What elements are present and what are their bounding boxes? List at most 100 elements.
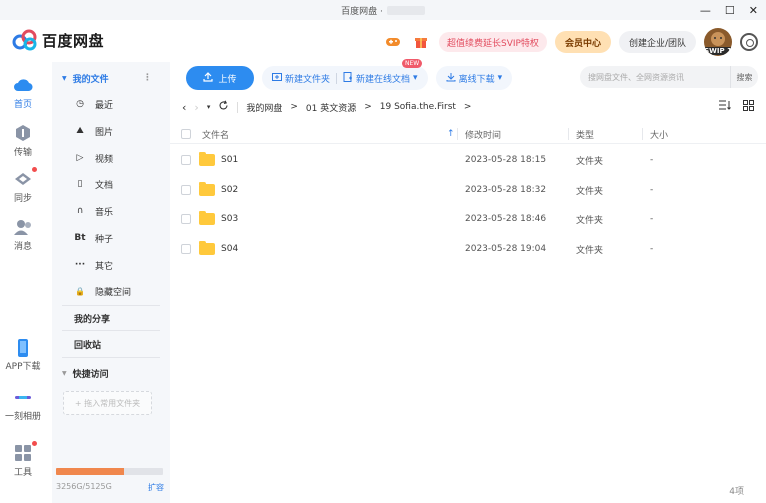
column-divider bbox=[457, 128, 458, 140]
search-box[interactable]: 搜网盘文件、全网资源资讯 搜索 bbox=[580, 66, 758, 88]
sidebar-item-music[interactable]: ∩ 音乐 bbox=[74, 201, 113, 221]
torrent-icon: Bt bbox=[74, 233, 86, 243]
rail-item-home[interactable]: 首页 bbox=[0, 76, 46, 110]
rail-item-transfer[interactable]: 传输 bbox=[0, 124, 46, 158]
refresh-icon[interactable] bbox=[218, 100, 229, 114]
history-dropdown-icon[interactable]: ▾ bbox=[207, 103, 211, 111]
window-title: 百度网盘 · bbox=[341, 6, 383, 17]
new-folder-button[interactable]: 新建文件夹 bbox=[272, 72, 330, 85]
expand-storage-link[interactable]: 扩容 bbox=[148, 482, 164, 493]
column-header-size[interactable]: 大小 bbox=[650, 124, 668, 144]
create-team-button[interactable]: 创建企业/团队 bbox=[618, 31, 696, 53]
app-header: 百度网盘 超值续费延长SVIP特权 会员中心 创建企业/团队 SWIP 1 bbox=[0, 20, 766, 62]
table-row[interactable]: S02 2023-05-28 18:32 文件夹 - bbox=[170, 175, 766, 205]
upload-button[interactable]: 上传 bbox=[186, 66, 254, 90]
collapse-triangle-icon: ▼ bbox=[62, 370, 67, 377]
file-sidebar: ▼ 我的文件 ⋮ ◷ 最近 ⛰ 图片 ▷ 视频 ▯ 文档 ∩ 音乐 Bt 种子 … bbox=[52, 62, 170, 503]
offline-download-group: 离线下载 ▾ bbox=[435, 66, 513, 90]
file-modified: 2023-05-28 18:32 bbox=[465, 185, 547, 195]
lock-icon: 🔒 bbox=[75, 286, 85, 296]
sidebar-item-hidden-space[interactable]: 🔒 隐藏空间 bbox=[74, 281, 131, 301]
search-input[interactable]: 搜网盘文件、全网资源资讯 bbox=[588, 72, 684, 83]
file-name[interactable]: S02 bbox=[221, 175, 238, 205]
forward-arrow-icon[interactable]: › bbox=[194, 101, 198, 114]
file-modified: 2023-05-28 18:46 bbox=[465, 214, 547, 224]
sidebar-item-my-share[interactable]: 我的分享 bbox=[74, 312, 110, 325]
rail-label-home: 首页 bbox=[13, 100, 32, 110]
sidebar-item-label: 文档 bbox=[95, 180, 114, 191]
upload-icon bbox=[203, 71, 214, 85]
avatar[interactable]: SWIP 1 bbox=[704, 28, 732, 56]
search-button[interactable]: 搜索 bbox=[730, 66, 758, 88]
table-row[interactable]: S03 2023-05-28 18:46 文件夹 - bbox=[170, 204, 766, 234]
row-checkbox[interactable] bbox=[181, 234, 191, 264]
sort-ascending-icon[interactable]: ↑ bbox=[447, 124, 455, 144]
breadcrumb-separator: > bbox=[463, 102, 472, 112]
sidebar-item-recent[interactable]: ◷ 最近 bbox=[74, 94, 113, 114]
file-name[interactable]: S03 bbox=[221, 204, 238, 234]
grid-view-icon[interactable] bbox=[743, 100, 754, 114]
sync-badge bbox=[32, 167, 37, 172]
row-checkbox[interactable] bbox=[181, 145, 191, 175]
rail-item-message[interactable]: 消息 bbox=[0, 218, 46, 252]
file-name[interactable]: S01 bbox=[221, 145, 238, 175]
gift-icon[interactable] bbox=[411, 32, 431, 52]
sidebar-item-videos[interactable]: ▷ 视频 bbox=[74, 148, 113, 168]
rail-item-sync[interactable]: 同步 bbox=[0, 167, 46, 204]
rail-item-album[interactable]: 一刻相册 bbox=[0, 388, 46, 422]
table-row[interactable]: S04 2023-05-28 19:04 文件夹 - bbox=[170, 234, 766, 264]
rail-item-tools[interactable]: 工具 bbox=[0, 441, 46, 478]
drag-folder-dropzone[interactable]: + 拖入常用文件夹 bbox=[63, 391, 152, 415]
sidebar-item-documents[interactable]: ▯ 文档 bbox=[74, 174, 114, 194]
column-header-type[interactable]: 类型 bbox=[576, 124, 594, 144]
folder-icon bbox=[199, 175, 215, 205]
vip-center-button[interactable]: 会员中心 bbox=[554, 31, 611, 53]
rail-item-app-download[interactable]: APP下载 bbox=[0, 338, 46, 372]
other-icon: ··· bbox=[74, 260, 86, 270]
new-online-doc-button[interactable]: 新建在线文档 ▾ bbox=[343, 71, 418, 85]
gamepad-icon[interactable] bbox=[383, 32, 403, 52]
quick-access-header[interactable]: ▼ 快捷访问 bbox=[62, 367, 109, 380]
breadcrumb-item-current[interactable]: 19 Sofia.the.First bbox=[380, 102, 456, 112]
app-logo[interactable]: 百度网盘 bbox=[12, 29, 104, 51]
cloud-home-icon bbox=[13, 76, 33, 94]
svip-level-badge: SWIP 1 bbox=[704, 47, 732, 55]
close-button[interactable]: ✕ bbox=[749, 4, 758, 17]
column-divider bbox=[642, 128, 643, 140]
back-arrow-icon[interactable]: ‹ bbox=[182, 101, 186, 114]
new-doc-icon bbox=[343, 71, 353, 85]
row-checkbox[interactable] bbox=[181, 204, 191, 234]
rail-label-message: 消息 bbox=[13, 242, 32, 252]
column-header-modified[interactable]: 修改时间 bbox=[465, 124, 501, 144]
minimize-button[interactable]: — bbox=[700, 4, 711, 17]
row-checkbox[interactable] bbox=[181, 175, 191, 205]
view-controls bbox=[719, 100, 754, 114]
select-all-checkbox[interactable] bbox=[181, 124, 191, 144]
my-files-header[interactable]: ▼ 我的文件 ⋮ bbox=[52, 67, 170, 89]
breadcrumb-item-english[interactable]: 01 英文资源 bbox=[306, 101, 356, 114]
offline-download-button[interactable]: 离线下载 ▾ bbox=[446, 72, 502, 85]
rail-label-album: 一刻相册 bbox=[4, 412, 41, 422]
sidebar-divider bbox=[62, 330, 160, 331]
toolbar-separator bbox=[336, 72, 338, 84]
file-name[interactable]: S04 bbox=[221, 234, 238, 264]
breadcrumb-item-root[interactable]: 我的网盘 bbox=[246, 101, 282, 114]
sort-list-icon[interactable] bbox=[719, 100, 731, 114]
svip-promo-button[interactable]: 超值续费延长SVIP特权 bbox=[438, 32, 547, 52]
file-toolbar: 上传 新建文件夹 新建在线文档 ▾ NEW 离线下载 ▾ bbox=[186, 59, 513, 90]
maximize-button[interactable]: ☐ bbox=[725, 4, 735, 17]
sidebar-item-recycle-bin[interactable]: 回收站 bbox=[74, 338, 101, 351]
breadcrumb-separator: > bbox=[290, 102, 298, 112]
more-options-icon[interactable]: ⋮ bbox=[143, 73, 152, 83]
sidebar-item-label: 其它 bbox=[95, 261, 114, 272]
sidebar-item-other[interactable]: ··· 其它 bbox=[74, 255, 113, 275]
message-icon bbox=[13, 218, 33, 236]
sidebar-item-images[interactable]: ⛰ 图片 bbox=[74, 121, 113, 141]
transfer-icon bbox=[13, 124, 33, 142]
file-size: - bbox=[650, 214, 654, 224]
table-row[interactable]: S01 2023-05-28 18:15 文件夹 - bbox=[170, 145, 766, 175]
column-header-name[interactable]: 文件名 bbox=[202, 124, 229, 144]
sidebar-item-torrents[interactable]: Bt 种子 bbox=[74, 228, 113, 248]
main-content: 上传 新建文件夹 新建在线文档 ▾ NEW 离线下载 ▾ 搜网盘文件、全网资源资… bbox=[170, 59, 766, 503]
settings-icon[interactable] bbox=[740, 33, 758, 51]
